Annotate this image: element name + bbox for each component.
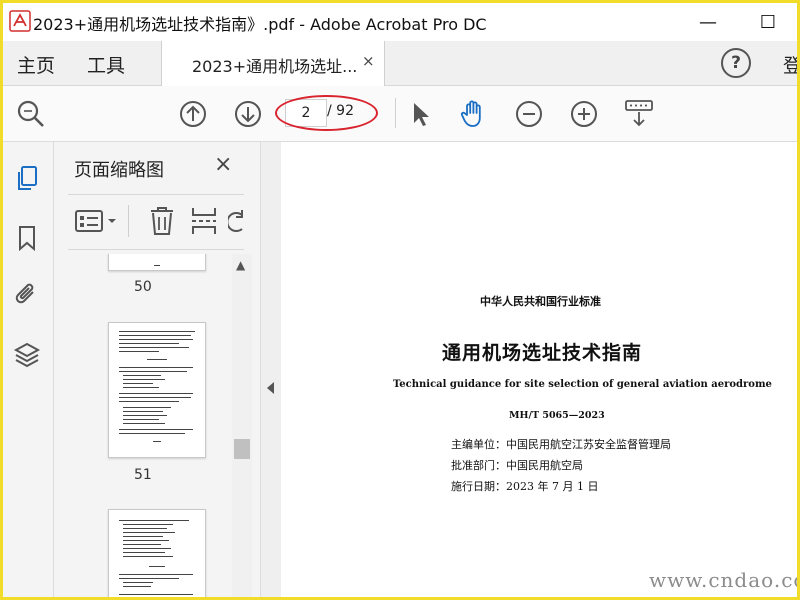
maximize-button[interactable]: ☐ xyxy=(745,3,791,41)
red-annotation-ellipse xyxy=(275,95,378,131)
standard-type: 中华人民共和国行业标准 xyxy=(480,295,601,308)
thumbnail-page-51[interactable] xyxy=(108,322,206,458)
site-watermark: www.cndao.com xyxy=(649,568,797,592)
title-bar: 2023+通用机场选址技术指南》.pdf - Adobe Acrobat Pro… xyxy=(3,3,797,41)
thumbnail-options-icon[interactable] xyxy=(74,208,122,234)
app-window: 2023+通用机场选址技术指南》.pdf - Adobe Acrobat Pro… xyxy=(0,0,800,600)
window-title: 2023+通用机场选址技术指南》.pdf - Adobe Acrobat Pro… xyxy=(33,15,487,34)
zoom-search-icon[interactable] xyxy=(15,98,47,130)
thumbnail-page-52[interactable] xyxy=(108,509,206,597)
tab-bar: 主页 工具 2023+通用机场选址... × ? 登 xyxy=(3,41,797,86)
editor-unit: 主编单位：中国民用航空江苏安全监督管理局 xyxy=(451,438,671,451)
page-thumbnails-icon[interactable] xyxy=(13,164,41,192)
document-title: 通用机场选址技术指南 xyxy=(442,342,643,364)
tab-document[interactable]: 2023+通用机场选址... × xyxy=(161,41,385,86)
zoom-in-icon[interactable] xyxy=(568,98,600,130)
minimize-icon: — xyxy=(699,11,717,33)
thumbnails-list: 50 51 xyxy=(54,254,232,597)
bookmarks-icon[interactable] xyxy=(13,224,41,252)
thumbnails-scrollbar[interactable]: ▲ xyxy=(232,254,252,597)
panel-title: 页面缩略图 xyxy=(74,160,164,181)
help-icon[interactable]: ? xyxy=(721,48,751,78)
english-title: Technical guidance for site selection of… xyxy=(393,379,772,390)
rotate-page-icon[interactable] xyxy=(228,207,244,235)
thumbnails-panel: 页面缩略图 × 50 51 ▲ xyxy=(54,142,261,597)
collapse-arrow-icon[interactable] xyxy=(267,382,274,394)
toolbar: 2 / 92 xyxy=(3,86,797,142)
scroll-up-icon[interactable]: ▲ xyxy=(236,258,245,272)
insert-page-icon[interactable] xyxy=(190,205,218,237)
minimize-button[interactable]: — xyxy=(685,3,731,41)
effective-date: 施行日期：2023 年 7 月 1 日 xyxy=(451,480,599,493)
tab-home[interactable]: 主页 xyxy=(17,51,55,78)
approval-dept: 批准部门：中国民用航空局 xyxy=(451,459,583,472)
document-page: 中华人民共和国行业标准 通用机场选址技术指南 Technical guidanc… xyxy=(282,142,797,597)
panel-collapse-strip[interactable] xyxy=(261,142,281,597)
delete-page-icon[interactable] xyxy=(148,205,176,237)
tab-document-label: 2023+通用机场选址... xyxy=(192,57,358,76)
thumbnail-label-50: 50 xyxy=(134,279,152,295)
standard-code: MH/T 5065—2023 xyxy=(509,410,605,421)
layers-icon[interactable] xyxy=(13,340,41,368)
tab-tools[interactable]: 工具 xyxy=(87,51,125,78)
panel-tools-divider xyxy=(128,205,129,237)
close-tab-icon[interactable]: × xyxy=(362,52,375,70)
select-cursor-icon[interactable] xyxy=(405,98,437,130)
previous-page-icon[interactable] xyxy=(177,98,209,130)
toolbar-divider xyxy=(395,98,396,128)
acrobat-logo-icon xyxy=(9,10,31,32)
thumbnail-label-51: 51 xyxy=(134,467,152,483)
close-panel-icon[interactable]: × xyxy=(214,152,232,177)
next-page-icon[interactable] xyxy=(232,98,264,130)
maximize-icon: ☐ xyxy=(759,11,777,33)
panel-toolbar xyxy=(68,194,244,250)
sign-in-link[interactable]: 登 xyxy=(783,51,797,78)
thumbnail-page-50[interactable] xyxy=(108,254,206,271)
hand-tool-icon[interactable] xyxy=(458,98,490,130)
scrollbar-thumb[interactable] xyxy=(234,439,250,459)
attachments-icon[interactable] xyxy=(13,280,41,308)
read-mode-icon[interactable] xyxy=(623,98,655,130)
zoom-out-icon[interactable] xyxy=(513,98,545,130)
left-rail xyxy=(3,142,54,597)
